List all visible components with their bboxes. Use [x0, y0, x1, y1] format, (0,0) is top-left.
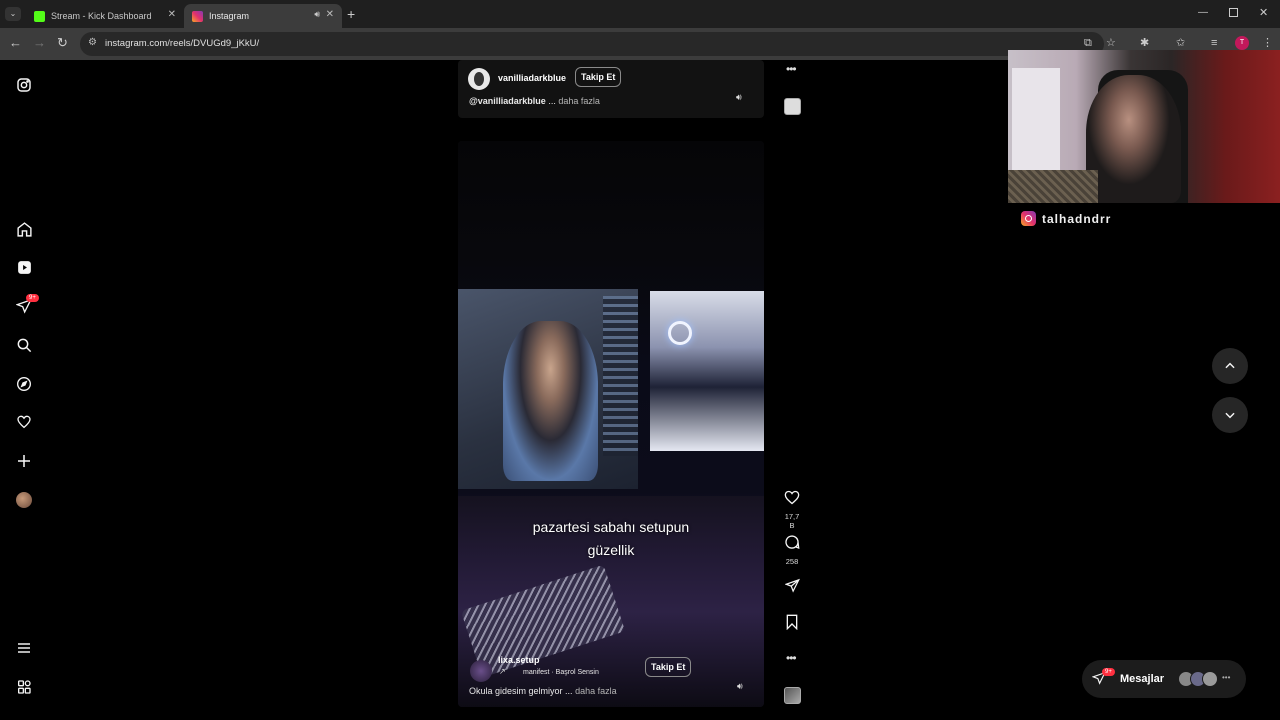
- reel-username[interactable]: lixa.setup: [498, 655, 540, 665]
- share-button[interactable]: [782, 578, 802, 598]
- streamer-handle: talhadndrr: [1042, 211, 1112, 226]
- profile-avatar-icon[interactable]: [14, 490, 34, 510]
- more-options-icon[interactable]: •••: [786, 651, 797, 665]
- create-plus-icon[interactable]: [14, 451, 34, 471]
- reload-icon[interactable]: ↻: [57, 36, 68, 50]
- messages-button[interactable]: 9+ Mesajlar •••: [1082, 660, 1246, 698]
- mute-icon[interactable]: 🔊︎: [736, 92, 742, 103]
- reel-caption: @vanilliadarkblue ... daha fazla: [469, 96, 600, 106]
- reel-card-current[interactable]: pazartesi sabahı setupun güzellik lixa.s…: [458, 141, 764, 707]
- browser-menu-icon[interactable]: ⋮: [1262, 37, 1273, 49]
- previous-reel-button[interactable]: [1212, 348, 1248, 384]
- site-info-icon[interactable]: ⚙: [88, 37, 97, 48]
- caption-user[interactable]: @vanilliadarkblue: [469, 96, 546, 106]
- home-icon[interactable]: [14, 219, 34, 239]
- instagram-icon: [192, 10, 203, 22]
- reel-overlay-text: pazartesi sabahı setupun güzellik: [458, 516, 764, 562]
- more-options-icon[interactable]: •••: [786, 62, 797, 76]
- streamer-webcam: [1008, 50, 1280, 203]
- media-control-icon[interactable]: ≡: [1211, 37, 1217, 49]
- install-app-icon[interactable]: ⧉: [1084, 37, 1092, 49]
- reel-caption: Okula gidesim gelmiyor ... daha fazla: [469, 686, 617, 696]
- like-count: 17,7 B: [784, 512, 800, 530]
- more-menu-icon[interactable]: [14, 638, 34, 658]
- webcam-wardrobe: [1012, 68, 1060, 173]
- favorites-icon[interactable]: ✩: [1176, 37, 1185, 49]
- search-icon[interactable]: [14, 335, 34, 355]
- chat-avatars: [1202, 671, 1218, 687]
- webcam-floor: [1008, 170, 1098, 203]
- also-from-meta-icon[interactable]: [14, 677, 34, 697]
- reel-username[interactable]: vanilliadarkblue: [498, 73, 566, 83]
- like-button[interactable]: 17,7 B: [782, 490, 802, 530]
- video-pc-case: [650, 291, 764, 451]
- notification-badge: 9+: [26, 294, 39, 302]
- new-tab-button[interactable]: +: [347, 6, 355, 22]
- audio-thumbnail[interactable]: [784, 98, 801, 115]
- caption-text: Okula gidesim gelmiyor ...: [469, 686, 573, 696]
- more-link[interactable]: daha fazla: [575, 686, 617, 696]
- video-desktop-icons: [603, 296, 638, 456]
- tab-title: Stream - Kick Dashboard: [51, 11, 152, 21]
- audio-thumbnail[interactable]: [784, 687, 801, 704]
- browser-tab-bar: ⌄ Stream - Kick Dashboard ✕ Instagram 🔊︎…: [0, 0, 1280, 28]
- next-reel-button[interactable]: [1212, 397, 1248, 433]
- follow-button[interactable]: Takip Et: [575, 67, 622, 87]
- instagram-icon: [1021, 211, 1036, 226]
- save-button[interactable]: [782, 614, 802, 635]
- kick-icon: [34, 10, 45, 22]
- close-tab-icon[interactable]: ✕: [168, 9, 176, 20]
- reels-icon[interactable]: [14, 257, 34, 277]
- speaker-icon[interactable]: 🔊︎: [314, 9, 320, 20]
- tab-instagram[interactable]: Instagram 🔊︎ ✕: [184, 4, 342, 28]
- caption-ellipsis: ...: [545, 96, 556, 106]
- more-dots-icon: •••: [1222, 673, 1231, 682]
- avatar[interactable]: [468, 68, 490, 90]
- reel-video[interactable]: [458, 141, 764, 707]
- reel-audio[interactable]: manifest · Başrol Sensin: [523, 669, 599, 676]
- close-tab-icon[interactable]: ✕: [326, 9, 334, 20]
- minimize-icon[interactable]: —: [1198, 7, 1208, 18]
- messages-label: Mesajlar: [1120, 673, 1165, 685]
- heart-icon[interactable]: [14, 412, 34, 432]
- audio-arrow-icon: ↗: [499, 667, 506, 676]
- mute-icon[interactable]: 🔊︎: [737, 681, 743, 692]
- streamer-instagram-tag: talhadndrr: [1021, 211, 1111, 226]
- more-link[interactable]: daha fazla: [558, 96, 600, 106]
- restore-icon[interactable]: [1229, 8, 1238, 17]
- tab-title: Instagram: [209, 11, 250, 21]
- avatar[interactable]: [470, 660, 492, 682]
- video-fan-ring: [668, 321, 692, 345]
- close-window-icon[interactable]: ✕: [1259, 6, 1268, 19]
- comment-count: 258: [785, 557, 799, 566]
- bookmark-star-icon[interactable]: ☆: [1106, 37, 1116, 49]
- forward-icon[interactable]: →: [33, 36, 46, 50]
- comment-button[interactable]: 258: [782, 534, 802, 566]
- tab-kick-dashboard[interactable]: Stream - Kick Dashboard ✕: [26, 4, 184, 28]
- extensions-icon[interactable]: ✱: [1140, 37, 1149, 49]
- explore-icon[interactable]: [14, 374, 34, 394]
- address-bar[interactable]: ⚙ instagram.com/reels/DVUGd9_jKkU/: [80, 32, 1104, 56]
- profile-avatar[interactable]: T: [1235, 36, 1249, 50]
- follow-button[interactable]: Takip Et: [645, 657, 692, 677]
- overlay-line-1: pazartesi sabahı setupun: [532, 519, 690, 535]
- instagram-logo-icon[interactable]: [14, 75, 34, 95]
- url-text: instagram.com/reels/DVUGd9_jKkU/: [105, 38, 260, 49]
- direct-messages-icon[interactable]: 9+: [14, 294, 39, 316]
- overlay-line-2: güzellik: [587, 542, 635, 558]
- reel-card-previous[interactable]: vanilliadarkblue Takip Et @vanilliadarkb…: [458, 60, 764, 118]
- messages-badge: 9+: [1102, 668, 1115, 676]
- tab-search-button[interactable]: ⌄: [5, 7, 21, 21]
- video-person: [503, 321, 598, 481]
- webcam-person: [1086, 75, 1181, 203]
- back-icon[interactable]: ←: [9, 36, 22, 50]
